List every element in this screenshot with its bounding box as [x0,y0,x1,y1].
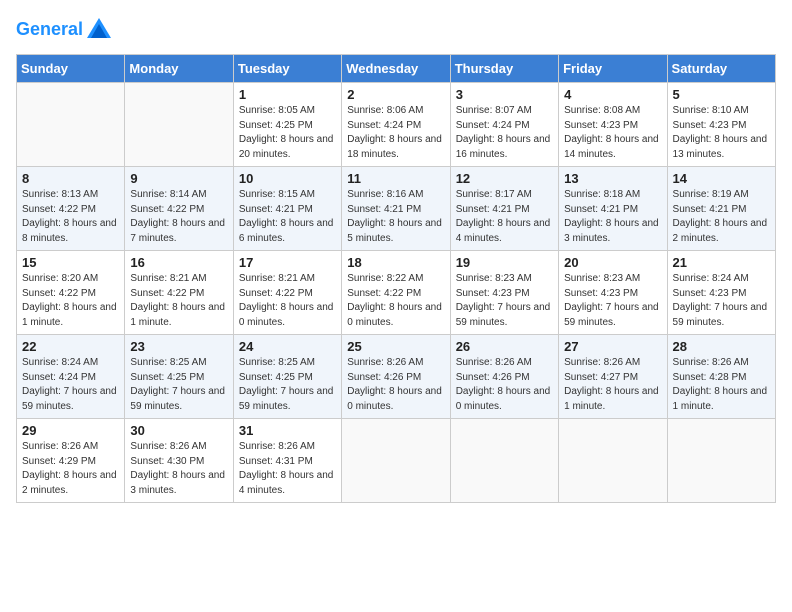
calendar-table: SundayMondayTuesdayWednesdayThursdayFrid… [16,54,776,503]
cell-w5-d2: 30Sunrise: 8:26 AMSunset: 4:30 PMDayligh… [125,419,233,503]
week-row-5: 29Sunrise: 8:26 AMSunset: 4:29 PMDayligh… [17,419,776,503]
week-row-2: 8Sunrise: 8:13 AMSunset: 4:22 PMDaylight… [17,167,776,251]
cell-w5-d7 [667,419,775,503]
header-tuesday: Tuesday [233,55,341,83]
header-saturday: Saturday [667,55,775,83]
header-friday: Friday [559,55,667,83]
week-row-3: 15Sunrise: 8:20 AMSunset: 4:22 PMDayligh… [17,251,776,335]
cell-w5-d4 [342,419,450,503]
cell-w3-d5: 19Sunrise: 8:23 AMSunset: 4:23 PMDayligh… [450,251,558,335]
logo-text: General [16,16,113,44]
cell-w3-d7: 21Sunrise: 8:24 AMSunset: 4:23 PMDayligh… [667,251,775,335]
cell-w4-d2: 23Sunrise: 8:25 AMSunset: 4:25 PMDayligh… [125,335,233,419]
logo-general: General [16,19,83,39]
cell-w3-d4: 18Sunrise: 8:22 AMSunset: 4:22 PMDayligh… [342,251,450,335]
cell-w1-d4: 2Sunrise: 8:06 AMSunset: 4:24 PMDaylight… [342,83,450,167]
week-row-1: 1Sunrise: 8:05 AMSunset: 4:25 PMDaylight… [17,83,776,167]
cell-w5-d5 [450,419,558,503]
cell-w2-d5: 12Sunrise: 8:17 AMSunset: 4:21 PMDayligh… [450,167,558,251]
page-header: General [16,16,776,44]
cell-w5-d6 [559,419,667,503]
logo: General [16,16,113,44]
cell-w4-d7: 28Sunrise: 8:26 AMSunset: 4:28 PMDayligh… [667,335,775,419]
cell-w1-d5: 3Sunrise: 8:07 AMSunset: 4:24 PMDaylight… [450,83,558,167]
cell-w4-d1: 22Sunrise: 8:24 AMSunset: 4:24 PMDayligh… [17,335,125,419]
cell-w1-d3: 1Sunrise: 8:05 AMSunset: 4:25 PMDaylight… [233,83,341,167]
cell-w5-d1: 29Sunrise: 8:26 AMSunset: 4:29 PMDayligh… [17,419,125,503]
calendar-header-row: SundayMondayTuesdayWednesdayThursdayFrid… [17,55,776,83]
header-sunday: Sunday [17,55,125,83]
cell-w2-d3: 10Sunrise: 8:15 AMSunset: 4:21 PMDayligh… [233,167,341,251]
cell-w4-d6: 27Sunrise: 8:26 AMSunset: 4:27 PMDayligh… [559,335,667,419]
cell-w2-d2: 9Sunrise: 8:14 AMSunset: 4:22 PMDaylight… [125,167,233,251]
cell-w1-d7: 5Sunrise: 8:10 AMSunset: 4:23 PMDaylight… [667,83,775,167]
cell-w3-d3: 17Sunrise: 8:21 AMSunset: 4:22 PMDayligh… [233,251,341,335]
header-wednesday: Wednesday [342,55,450,83]
cell-w2-d7: 14Sunrise: 8:19 AMSunset: 4:21 PMDayligh… [667,167,775,251]
cell-w1-d2 [125,83,233,167]
cell-w1-d6: 4Sunrise: 8:08 AMSunset: 4:23 PMDaylight… [559,83,667,167]
cell-w1-d1 [17,83,125,167]
header-thursday: Thursday [450,55,558,83]
cell-w5-d3: 31Sunrise: 8:26 AMSunset: 4:31 PMDayligh… [233,419,341,503]
cell-w4-d5: 26Sunrise: 8:26 AMSunset: 4:26 PMDayligh… [450,335,558,419]
cell-w2-d4: 11Sunrise: 8:16 AMSunset: 4:21 PMDayligh… [342,167,450,251]
cell-w3-d2: 16Sunrise: 8:21 AMSunset: 4:22 PMDayligh… [125,251,233,335]
cell-w3-d1: 15Sunrise: 8:20 AMSunset: 4:22 PMDayligh… [17,251,125,335]
cell-w2-d1: 8Sunrise: 8:13 AMSunset: 4:22 PMDaylight… [17,167,125,251]
week-row-4: 22Sunrise: 8:24 AMSunset: 4:24 PMDayligh… [17,335,776,419]
cell-w4-d4: 25Sunrise: 8:26 AMSunset: 4:26 PMDayligh… [342,335,450,419]
cell-w3-d6: 20Sunrise: 8:23 AMSunset: 4:23 PMDayligh… [559,251,667,335]
cell-w2-d6: 13Sunrise: 8:18 AMSunset: 4:21 PMDayligh… [559,167,667,251]
cell-w4-d3: 24Sunrise: 8:25 AMSunset: 4:25 PMDayligh… [233,335,341,419]
header-monday: Monday [125,55,233,83]
